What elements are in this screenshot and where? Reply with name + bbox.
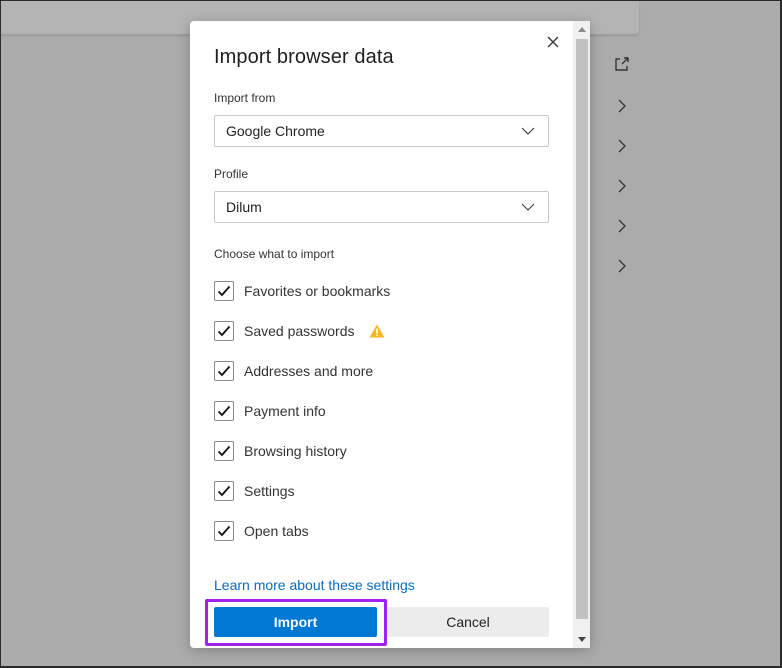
warning-icon[interactable] xyxy=(369,324,385,338)
checkbox[interactable] xyxy=(214,401,234,421)
chevron-down-icon xyxy=(521,127,535,135)
scroll-down-button[interactable] xyxy=(573,631,590,648)
checkbox-favorites[interactable]: Favorites or bookmarks xyxy=(214,280,390,302)
checkbox-browsing-history[interactable]: Browsing history xyxy=(214,440,347,462)
checkbox-label: Open tabs xyxy=(244,523,309,539)
checkbox-label: Favorites or bookmarks xyxy=(244,283,391,299)
scroll-thumb[interactable] xyxy=(576,39,588,619)
checkbox[interactable] xyxy=(214,521,234,541)
close-icon xyxy=(547,36,559,48)
checkmark-icon xyxy=(217,445,231,457)
checkbox[interactable] xyxy=(214,281,234,301)
choose-what-to-import-label: Choose what to import xyxy=(214,247,335,261)
screen: Import browser data Import from Google C… xyxy=(1,1,780,666)
profile-label: Profile xyxy=(214,167,249,181)
profile-select[interactable]: Dilum xyxy=(214,191,549,223)
checkmark-icon xyxy=(217,325,231,337)
checkmark-icon xyxy=(217,405,231,417)
profile-value: Dilum xyxy=(226,199,262,215)
checkbox-saved-passwords[interactable]: Saved passwords xyxy=(214,320,385,342)
chevron-right-icon[interactable] xyxy=(611,135,633,157)
checkmark-icon xyxy=(217,525,231,537)
import-browser-data-dialog: Import browser data Import from Google C… xyxy=(190,21,590,648)
learn-more-link[interactable]: Learn more about these settings xyxy=(214,577,415,593)
dialog-title: Import browser data xyxy=(214,46,394,68)
checkbox-label: Saved passwords xyxy=(244,323,355,339)
checkbox-addresses[interactable]: Addresses and more xyxy=(214,360,373,382)
checkbox-open-tabs[interactable]: Open tabs xyxy=(214,520,309,542)
checkbox-label: Addresses and more xyxy=(244,363,374,379)
checkbox[interactable] xyxy=(214,481,234,501)
chevron-right-icon[interactable] xyxy=(611,215,633,237)
import-from-select[interactable]: Google Chrome xyxy=(214,115,549,147)
arrow-up-icon xyxy=(577,27,586,32)
checkbox[interactable] xyxy=(214,361,234,381)
chevron-right-icon[interactable] xyxy=(611,95,633,117)
cancel-button[interactable]: Cancel xyxy=(387,607,549,637)
checkbox-label: Browsing history xyxy=(244,443,347,459)
checkbox[interactable] xyxy=(214,441,234,461)
import-from-label: Import from xyxy=(214,91,276,105)
chevron-right-icon[interactable] xyxy=(611,255,633,277)
checkmark-icon xyxy=(217,485,231,497)
import-from-value: Google Chrome xyxy=(226,123,325,139)
checkbox[interactable] xyxy=(214,321,234,341)
close-button[interactable] xyxy=(542,31,564,53)
checkbox-payment-info[interactable]: Payment info xyxy=(214,400,326,422)
arrow-down-icon xyxy=(577,637,586,642)
checkmark-icon xyxy=(217,365,231,377)
dialog-scrollbar[interactable] xyxy=(573,21,590,648)
checkbox-label: Settings xyxy=(244,483,295,499)
external-link-icon[interactable] xyxy=(611,53,633,75)
checkbox-settings[interactable]: Settings xyxy=(214,480,295,502)
chevron-right-icon[interactable] xyxy=(611,175,633,197)
scroll-up-button[interactable] xyxy=(573,21,590,38)
checkbox-label: Payment info xyxy=(244,403,326,419)
chevron-down-icon xyxy=(521,203,535,211)
checkmark-icon xyxy=(217,285,231,297)
import-button[interactable]: Import xyxy=(214,607,377,637)
